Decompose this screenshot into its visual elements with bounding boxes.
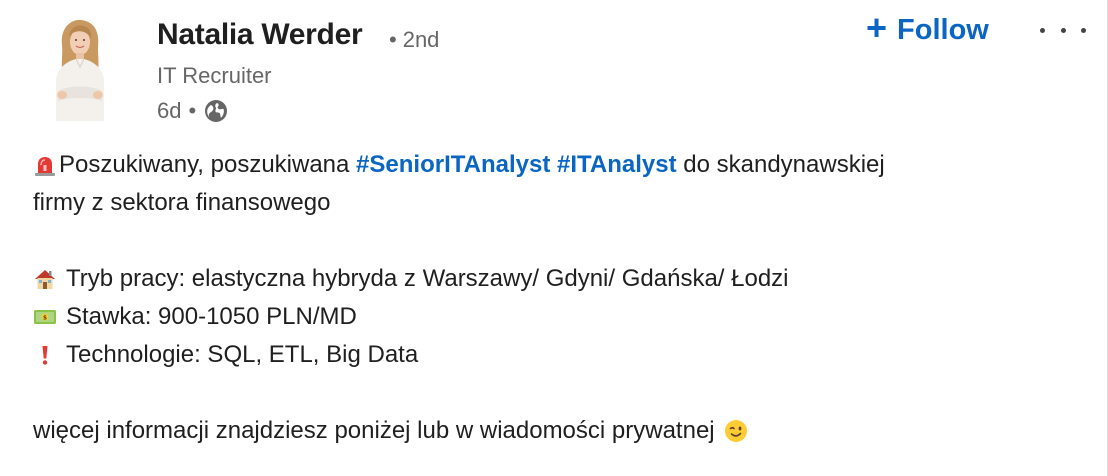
post-line: $ Stawka: 900-1050 PLN/MD [33,298,1073,336]
wink-emoji-icon [724,419,748,443]
author-name[interactable]: Natalia Werder [157,18,363,52]
siren-icon [33,153,57,177]
post-body-text: Poszukiwany, poszukiwana #SeniorITAnalys… [33,146,1073,450]
meta-separator: • [188,98,197,123]
post-text: Tryb pracy: elastyczna hybryda z Warszaw… [66,265,789,292]
post-line: Technologie: SQL, ETL, Big Data [33,336,1073,374]
hashtag-link[interactable]: #SeniorITAnalyst [356,146,550,184]
post-meta: 6d • [157,98,228,124]
house-icon [33,267,57,291]
globe-icon [204,99,228,123]
feed-post-card: Natalia Werder • 2nd IT Recruiter 6d • + … [0,0,1108,476]
post-line: firmy z sektora finansowego [33,184,1073,222]
degree-label: 2nd [402,27,440,52]
connection-degree: • 2nd [389,27,439,53]
more-dot-icon [1060,27,1066,33]
post-text: Poszukiwany, poszukiwana [59,151,357,178]
post-line: Tryb pracy: elastyczna hybryda z Warszaw… [33,260,1073,298]
follow-label: Follow [897,13,989,46]
svg-text:$: $ [43,315,47,322]
follow-button[interactable]: + Follow [866,10,989,50]
post-text: więcej informacji znajdziesz poniżej lub… [33,417,715,444]
author-headline: IT Recruiter [157,63,272,88]
plus-icon: + [866,7,888,48]
post-text: do skandynawskiej [676,151,885,178]
post-text [550,146,557,184]
more-options-button[interactable] [1040,18,1086,42]
author-avatar[interactable] [48,15,112,121]
post-text: Stawka: 900-1050 PLN/MD [66,303,357,330]
post-time: 6d [157,98,182,123]
money-icon: $ [33,305,57,329]
degree-separator: • [389,27,397,52]
hashtag-link[interactable]: #ITAnalyst [557,146,677,184]
post-line: Poszukiwany, poszukiwana #SeniorITAnalys… [33,146,1073,184]
more-dot-icon [1040,27,1045,33]
post-text: firmy z sektora finansowego [33,189,331,216]
post-text: Technologie: SQL, ETL, Big Data [66,341,419,368]
post-line: więcej informacji znajdziesz poniżej lub… [33,412,1073,450]
exclamation-icon [33,343,57,367]
more-dot-icon [1081,27,1086,33]
